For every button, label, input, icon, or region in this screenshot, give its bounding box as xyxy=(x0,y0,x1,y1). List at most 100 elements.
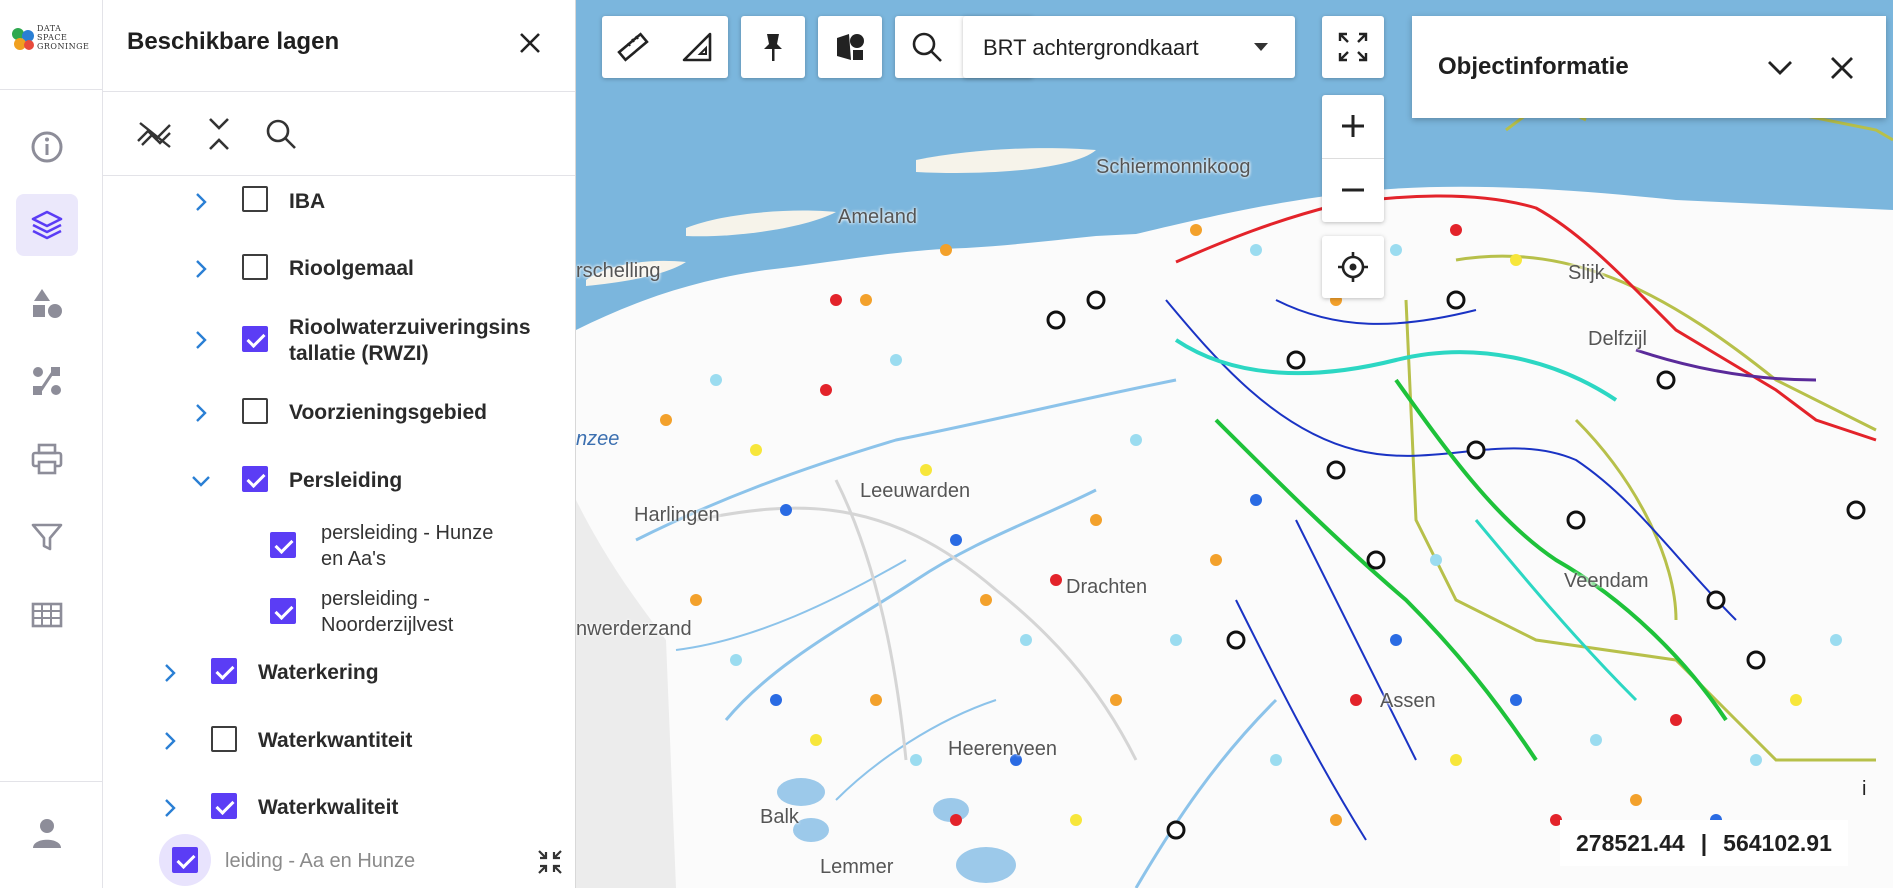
layer-row-persleiding-hunze[interactable]: persleiding - Hunze en Aa's xyxy=(103,516,575,576)
close-info-button[interactable] xyxy=(1826,52,1858,84)
basemap-select[interactable]: BRT achtergrondkaart xyxy=(963,16,1295,78)
info-button[interactable] xyxy=(16,116,78,178)
app-root: DATA SPACE GRONINGE Beschikbare lagen IB… xyxy=(0,0,1893,888)
layer-label: persleiding - Noorderzijlvest xyxy=(321,588,454,636)
collapse-panel-button[interactable] xyxy=(536,848,564,876)
layer-row-rwzi[interactable]: Rioolwaterzuiveringsins tallatie (RWZI) xyxy=(103,310,575,372)
layer-row-waterkwantiteit[interactable]: Waterkwantiteit xyxy=(103,720,575,762)
place-label: Assen xyxy=(1380,690,1436,712)
layer-label: Waterkwantiteit xyxy=(258,729,413,752)
close-panel-button[interactable] xyxy=(513,26,547,60)
layer-row-waterkwaliteit[interactable]: Waterkwaliteit xyxy=(103,787,575,829)
layer-search-button[interactable] xyxy=(261,114,301,154)
layer-row-waterkering[interactable]: Waterkering xyxy=(103,652,575,694)
layer-checkbox[interactable] xyxy=(211,726,237,752)
layer-checkbox[interactable] xyxy=(211,793,237,819)
coord-y: 564102.91 xyxy=(1723,829,1832,856)
draw-shapes-button[interactable] xyxy=(818,16,882,78)
layer-row-voorzieningsgebied[interactable]: Voorzieningsgebied xyxy=(103,392,575,434)
layer-checkbox[interactable] xyxy=(270,532,296,558)
layer-label: Waterkwaliteit xyxy=(258,796,399,819)
layer-checkbox[interactable] xyxy=(242,326,268,352)
search-icon-wrap xyxy=(896,16,958,78)
user-icon xyxy=(33,819,61,848)
layer-panel-header: Beschikbare lagen xyxy=(103,0,575,92)
layer-row-persleiding-noorderzijlvest[interactable]: persleiding - Noorderzijlvest xyxy=(103,582,575,642)
fullscreen-icon xyxy=(1338,32,1368,62)
layer-checkbox[interactable] xyxy=(172,847,198,873)
route-button[interactable] xyxy=(16,350,78,412)
dragged-layer-row[interactable]: leiding - Aa en Hunze xyxy=(103,832,575,888)
zoom-in-button[interactable] xyxy=(1322,95,1384,157)
logo-text: DATA SPACE GRONINGE xyxy=(37,24,90,51)
chevron-right-icon[interactable] xyxy=(189,190,213,214)
place-label: Lemmer xyxy=(820,856,894,878)
layer-tools xyxy=(103,92,575,176)
chevron-right-icon[interactable] xyxy=(189,257,213,281)
info-icon xyxy=(31,131,63,163)
zoom-controls xyxy=(1322,95,1384,222)
chevron-right-icon[interactable] xyxy=(189,401,213,425)
place-label: Balk xyxy=(760,806,799,828)
shapes-icon xyxy=(33,289,62,318)
place-label: rschelling xyxy=(576,260,661,282)
layer-label: persleiding - Hunze en Aa's xyxy=(321,522,494,570)
layer-checkbox[interactable] xyxy=(211,658,237,684)
layers-button[interactable] xyxy=(16,194,78,256)
zoom-out-button[interactable] xyxy=(1322,159,1384,221)
place-label: Veendam xyxy=(1564,570,1649,592)
print-button[interactable] xyxy=(16,428,78,490)
layer-checkbox[interactable] xyxy=(242,254,268,280)
table-button[interactable] xyxy=(16,584,78,646)
fullscreen-button[interactable] xyxy=(1322,16,1384,78)
search-icon xyxy=(266,119,296,149)
place-label: nzee xyxy=(576,428,620,450)
place-label: Harlingen xyxy=(634,504,720,526)
filter-icon xyxy=(31,523,63,551)
locate-icon-wrap xyxy=(1322,236,1384,298)
chevron-right-icon[interactable] xyxy=(158,796,182,820)
place-label: Leeuwarden xyxy=(860,480,971,502)
chevron-right-icon[interactable] xyxy=(158,729,182,753)
attribution-info-marker[interactable]: i xyxy=(1862,778,1866,801)
hide-all-button[interactable] xyxy=(135,114,175,154)
layer-checkbox[interactable] xyxy=(242,186,268,212)
measure-distance-button[interactable] xyxy=(602,16,664,78)
chevron-right-icon[interactable] xyxy=(158,661,182,685)
layer-label: Persleiding xyxy=(289,469,403,492)
layer-label: IBA xyxy=(289,190,326,213)
ruler-icon xyxy=(617,32,649,62)
layer-row-iba[interactable]: IBA xyxy=(103,182,575,224)
chevron-down-icon xyxy=(1768,61,1792,75)
chevron-right-icon[interactable] xyxy=(189,328,213,352)
collapse-info-button[interactable] xyxy=(1764,52,1796,84)
layer-checkbox[interactable] xyxy=(270,598,296,624)
left-navigation-rail: DATA SPACE GRONINGE xyxy=(0,0,103,888)
filter-button[interactable] xyxy=(16,506,78,568)
layer-label: Rioolgemaal xyxy=(289,257,414,280)
locate-button[interactable] xyxy=(1322,236,1384,298)
place-label: Schiermonnikoog xyxy=(1096,156,1251,178)
search-icon xyxy=(912,32,942,62)
pin-icon-wrap xyxy=(742,16,804,78)
layer-checkbox[interactable] xyxy=(242,466,268,492)
plus-icon xyxy=(1342,115,1364,137)
layer-row-persleiding[interactable]: Persleiding xyxy=(103,460,575,502)
hide-all-icon xyxy=(137,122,171,148)
map-canvas[interactable]: Schiermonnikoog Ameland rschelling nzee … xyxy=(576,0,1893,888)
user-button[interactable] xyxy=(16,802,78,864)
printer-icon xyxy=(31,443,63,475)
layer-checkbox[interactable] xyxy=(242,398,268,424)
layer-row-rioolgemaal[interactable]: Rioolgemaal xyxy=(103,248,575,290)
chevron-down-icon[interactable] xyxy=(189,469,213,493)
pin-button[interactable] xyxy=(741,16,805,78)
data-space-logo[interactable]: DATA SPACE GRONINGE xyxy=(0,0,103,90)
fullscreen-icon-wrap xyxy=(1322,16,1384,78)
place-label: Drachten xyxy=(1066,576,1148,598)
collapse-all-button[interactable] xyxy=(199,114,239,154)
measure-area-button[interactable] xyxy=(666,16,728,78)
table-icon xyxy=(31,602,63,628)
shapes-button[interactable] xyxy=(16,272,78,334)
route-icon xyxy=(33,367,61,395)
place-label: Slijk xyxy=(1568,262,1605,284)
